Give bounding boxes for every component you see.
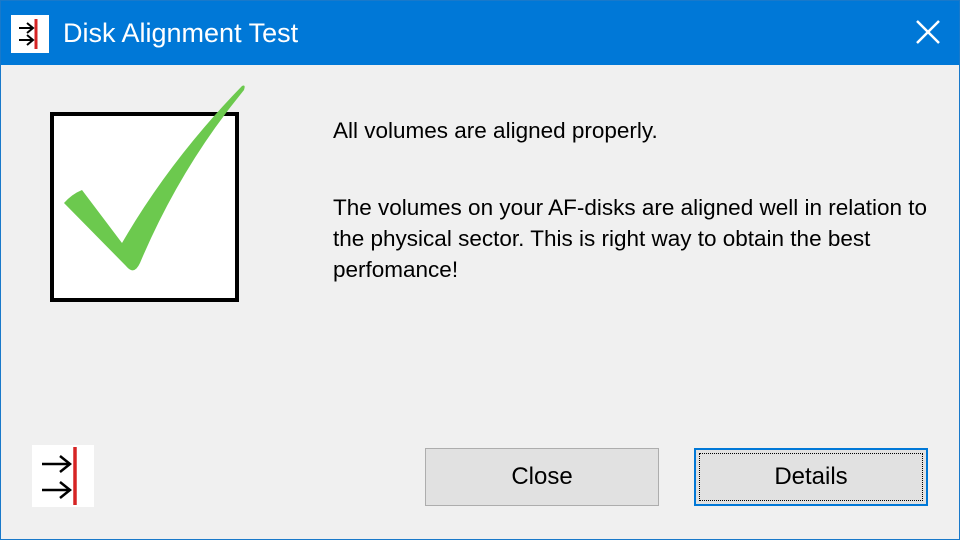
dialog-window: Disk Alignment Test All volumes are alig…	[0, 0, 960, 540]
status-detail: The volumes on your AF-disks are aligned…	[333, 195, 928, 282]
close-icon[interactable]	[895, 1, 959, 65]
alignment-arrows-icon	[32, 445, 94, 507]
message-area: All volumes are aligned properly. The vo…	[333, 115, 933, 285]
status-headline: All volumes are aligned properly.	[333, 118, 658, 143]
details-button[interactable]: Details	[694, 448, 928, 506]
window-title: Disk Alignment Test	[63, 18, 299, 48]
title-bar[interactable]: Disk Alignment Test	[1, 1, 959, 65]
green-checkmark-icon	[50, 85, 245, 302]
close-button[interactable]: Close	[425, 448, 659, 506]
app-icon	[11, 15, 49, 53]
details-button-label: Details	[774, 463, 848, 490]
